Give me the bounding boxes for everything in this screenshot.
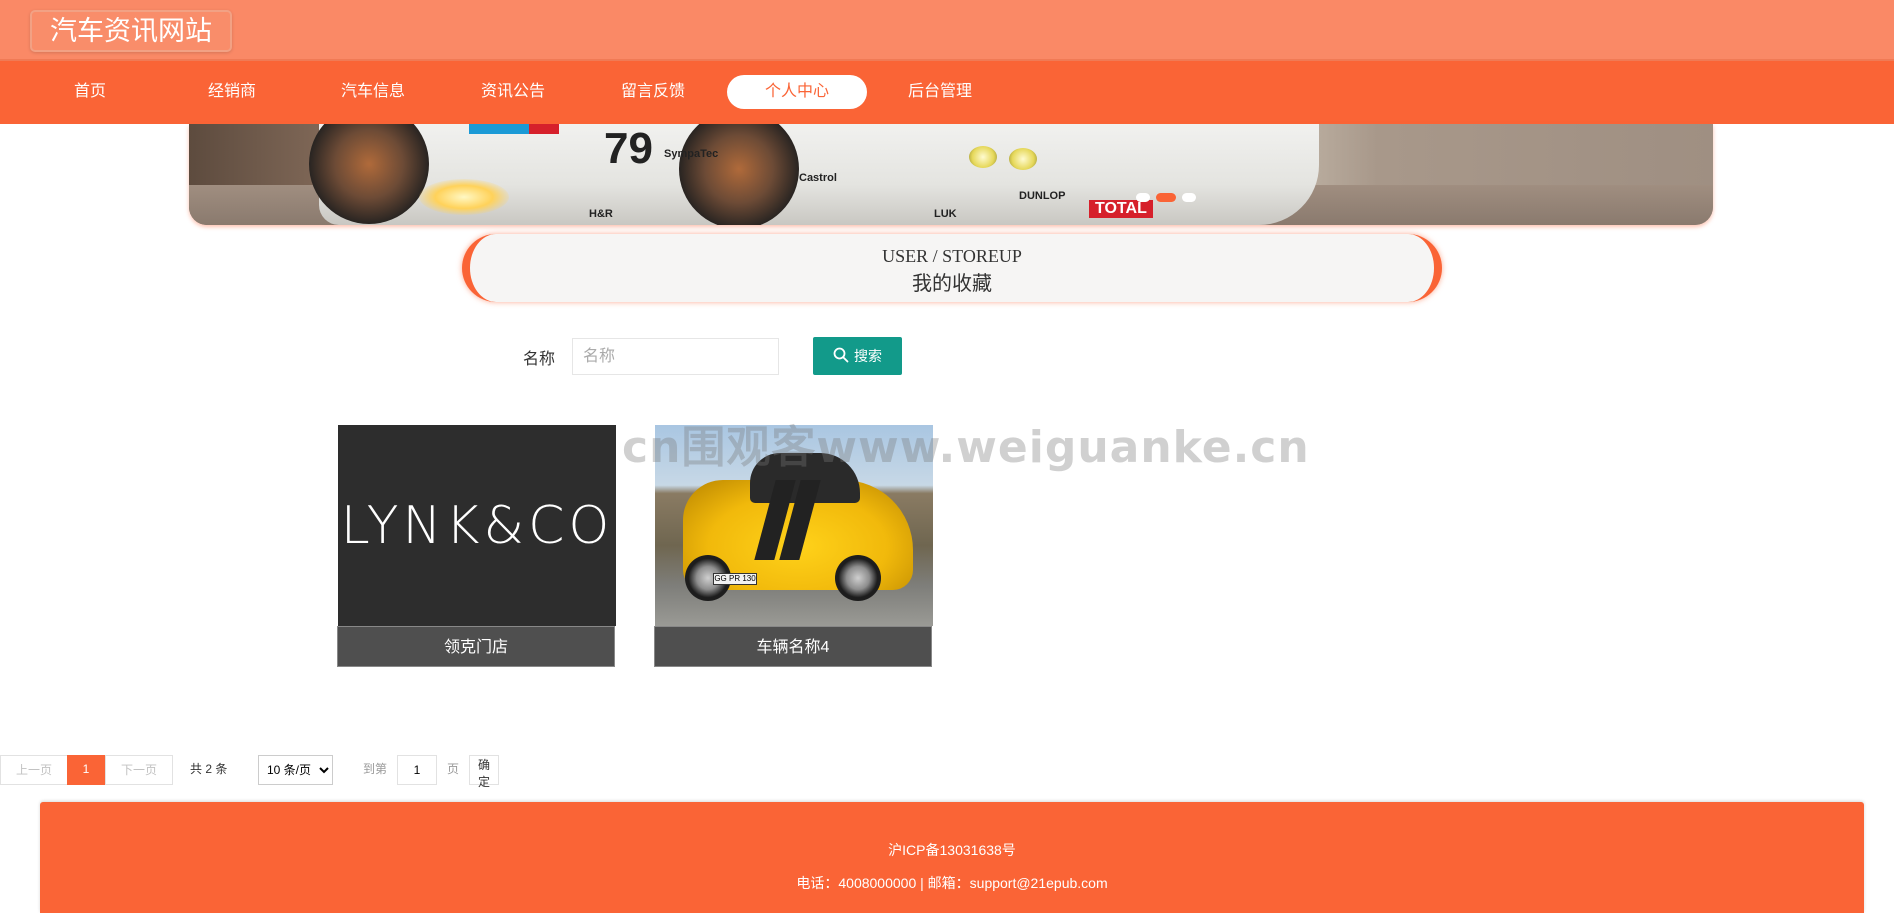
banner-car-number: 79 — [604, 124, 653, 173]
banner-indicators — [1136, 193, 1196, 202]
banner-wheel-front — [679, 124, 799, 225]
section-title-cn: 我的收藏 — [912, 273, 992, 295]
nav-item-car-info[interactable]: 汽车信息 — [303, 75, 443, 109]
footer-contact: 电话：4008000000 | 邮箱：support@21epub.com — [796, 875, 1108, 891]
pagination-goto-input[interactable] — [397, 755, 437, 785]
nav-item-feedback[interactable]: 留言反馈 — [583, 75, 723, 109]
banner-sponsor-total: TOTAL — [1089, 200, 1153, 218]
banner-indicator-active[interactable] — [1156, 193, 1176, 202]
car-tire-rear — [835, 555, 881, 601]
pagination-current-page[interactable]: 1 — [67, 755, 105, 785]
footer: 沪ICP备13031638号 电话：4008000000 | 邮箱：suppor… — [40, 802, 1864, 913]
banner-sponsor-hr: H&R — [589, 208, 613, 220]
banner-race-car: 79 Castrol DUNLOP TOTAL LUK H&R SympaTec — [309, 124, 1319, 225]
search-input[interactable] — [572, 338, 779, 375]
footer-icp: 沪ICP备13031638号 — [888, 842, 1016, 858]
banner-sponsor-luk: LUK — [934, 208, 957, 220]
banner-exhaust-flame — [419, 179, 509, 215]
banner-headlight-right — [1009, 148, 1037, 170]
nav-item-admin[interactable]: 后台管理 — [870, 75, 1010, 109]
pagination-goto-label: 到第 — [363, 762, 388, 776]
pagination-page-size-select[interactable]: 10 条/页 — [258, 755, 333, 785]
top-bar: 汽车资讯网站 — [0, 0, 1894, 61]
banner-sponsor-dunlop: DUNLOP — [1019, 190, 1066, 202]
favorite-card-title[interactable]: 领克门店 — [337, 626, 615, 667]
search-icon — [833, 347, 849, 366]
site-title[interactable]: 汽车资讯网站 — [30, 10, 232, 52]
pagination-page-suffix: 页 — [447, 762, 460, 776]
pagination-prev-button[interactable]: 上一页 — [0, 755, 68, 785]
banner-sponsor-sympatec: SympaTec — [664, 148, 719, 160]
pagination-next-button[interactable]: 下一页 — [105, 755, 173, 785]
section-title: USER / STOREUP 我的收藏 — [462, 234, 1442, 302]
favorite-card-title[interactable]: 车辆名称4 — [654, 626, 932, 667]
banner-carousel[interactable]: 79 Castrol DUNLOP TOTAL LUK H&R SympaTec — [189, 124, 1713, 225]
favorite-card[interactable]: LYNK&CO 领克门店 — [337, 425, 616, 668]
banner-stripe-red — [529, 124, 559, 134]
banner-stripe-blue — [469, 124, 529, 134]
banner-wheel-rear — [309, 124, 429, 224]
pagination-total: 共 2 条 — [190, 762, 228, 776]
car-license-plate: GG PR 130 — [713, 573, 757, 585]
banner-sponsor-castrol: Castrol — [799, 172, 837, 184]
search-button-label: 搜索 — [854, 348, 882, 364]
pagination-confirm-button[interactable]: 确定 — [469, 755, 500, 789]
nav-item-personal-center[interactable]: 个人中心 — [727, 75, 867, 109]
nav-item-dealers[interactable]: 经销商 — [162, 75, 302, 109]
search-button[interactable]: 搜索 — [813, 337, 902, 375]
nav-item-news[interactable]: 资讯公告 — [443, 75, 583, 109]
section-title-en: USER / STOREUP — [882, 246, 1022, 266]
main-nav: 首页 经销商 汽车信息 资讯公告 留言反馈 个人中心 后台管理 — [0, 61, 1894, 124]
watermark-text: cn围观客www.weiguanke.cn — [622, 422, 1310, 473]
banner-indicator[interactable] — [1182, 193, 1196, 202]
lynk-co-logo-image: LYNK&CO — [338, 425, 616, 626]
search-label: 名称 — [523, 351, 556, 368]
banner-indicator[interactable] — [1136, 193, 1150, 202]
nav-item-home[interactable]: 首页 — [20, 75, 160, 109]
banner-headlight-left — [969, 146, 997, 168]
lynk-co-logo-text: LYNK&CO — [340, 495, 614, 556]
